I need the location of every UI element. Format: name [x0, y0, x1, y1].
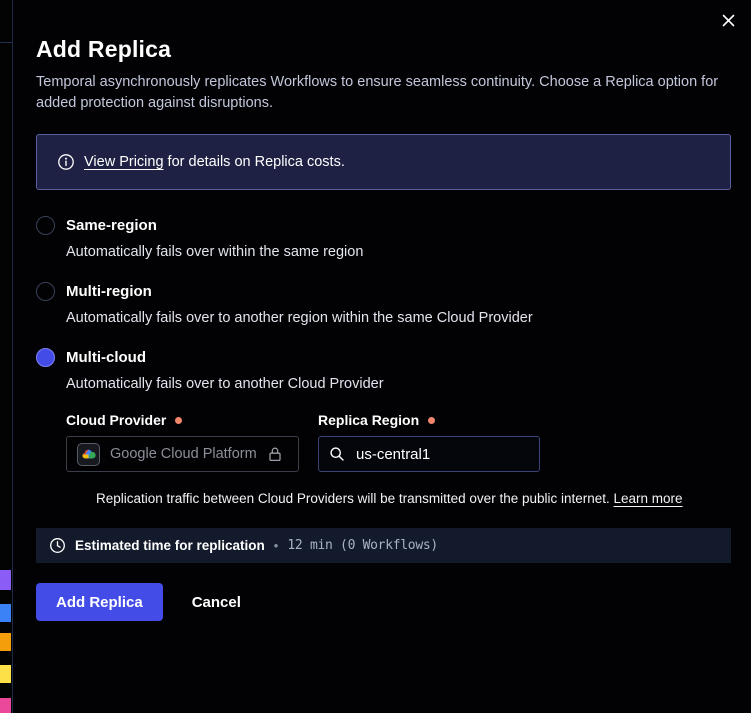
option-label: Multi-cloud: [66, 349, 146, 366]
radio-unselected-icon[interactable]: [36, 282, 55, 301]
modal-description: Temporal asynchronously replicates Workf…: [36, 72, 731, 114]
underlying-color-row: [0, 633, 11, 651]
view-pricing-link[interactable]: View Pricing: [84, 154, 164, 170]
replica-region-searchbox[interactable]: [318, 436, 540, 472]
multi-cloud-settings: Cloud Provider: [66, 412, 731, 506]
option-description: Automatically fails over to another regi…: [66, 310, 731, 326]
estimate-value: 12 min (0 Workflows): [287, 538, 438, 553]
estimated-time-bar: Estimated time for replication • 12 min …: [36, 528, 731, 563]
public-internet-note: Replication traffic between Cloud Provid…: [96, 491, 731, 506]
option-multi-region: Multi-region Automatically fails over to…: [36, 282, 731, 326]
info-icon: [57, 153, 75, 171]
field-label-text: Replica Region: [318, 412, 419, 428]
estimate-label: Estimated time for replication: [75, 538, 265, 553]
estimate-separator: •: [274, 538, 279, 553]
option-description: Automatically fails over to another Clou…: [66, 376, 731, 392]
search-icon: [329, 446, 345, 462]
radio-unselected-icon[interactable]: [36, 216, 55, 235]
option-label: Same-region: [66, 217, 157, 234]
radio-multi-cloud[interactable]: Multi-cloud: [36, 348, 731, 367]
radio-same-region[interactable]: Same-region: [36, 216, 731, 235]
replica-region-field: Replica Region: [318, 412, 540, 472]
underlying-color-row: [0, 665, 11, 683]
pricing-info-banner: View Pricing for details on Replica cost…: [36, 134, 731, 190]
google-cloud-icon: [81, 448, 96, 460]
banner-text: View Pricing for details on Replica cost…: [84, 154, 345, 170]
replica-region-label: Replica Region: [318, 412, 540, 428]
option-multi-cloud: Multi-cloud Automatically fails over to …: [36, 348, 731, 506]
underlying-color-row: [0, 604, 11, 622]
cancel-button[interactable]: Cancel: [192, 594, 241, 611]
add-replica-modal: Add Replica Temporal asynchronously repl…: [13, 0, 751, 713]
required-dot-icon: [175, 417, 182, 424]
underlying-divider: [0, 42, 13, 43]
radio-selected-icon[interactable]: [36, 348, 55, 367]
lock-icon: [267, 446, 283, 463]
underlying-color-row: [0, 698, 11, 713]
replica-option-group: Same-region Automatically fails over wit…: [36, 216, 731, 506]
note-text: Replication traffic between Cloud Provid…: [96, 491, 614, 506]
option-description: Automatically fails over within the same…: [66, 244, 731, 260]
radio-multi-region[interactable]: Multi-region: [36, 282, 731, 301]
modal-title: Add Replica: [36, 36, 731, 63]
field-row: Cloud Provider: [66, 412, 731, 472]
option-same-region: Same-region Automatically fails over wit…: [36, 216, 731, 260]
learn-more-link[interactable]: Learn more: [614, 491, 683, 506]
close-icon: [721, 13, 736, 28]
close-button[interactable]: [717, 9, 739, 31]
cloud-provider-label: Cloud Provider: [66, 412, 299, 428]
banner-text-rest: for details on Replica costs.: [164, 154, 345, 170]
cloud-provider-field: Cloud Provider: [66, 412, 299, 472]
add-replica-button[interactable]: Add Replica: [36, 583, 163, 621]
underlying-color-row: [0, 570, 11, 590]
clock-icon: [49, 537, 66, 554]
required-dot-icon: [428, 417, 435, 424]
field-label-text: Cloud Provider: [66, 412, 166, 428]
underlying-page-edge: [0, 0, 13, 713]
option-label: Multi-region: [66, 283, 152, 300]
cloud-provider-select[interactable]: Google Cloud Platform: [66, 436, 299, 472]
cloud-provider-value: Google Cloud Platform: [110, 446, 257, 462]
replica-region-input[interactable]: [354, 445, 529, 464]
modal-actions: Add Replica Cancel: [36, 583, 731, 621]
gcp-logo-badge: [77, 443, 100, 466]
